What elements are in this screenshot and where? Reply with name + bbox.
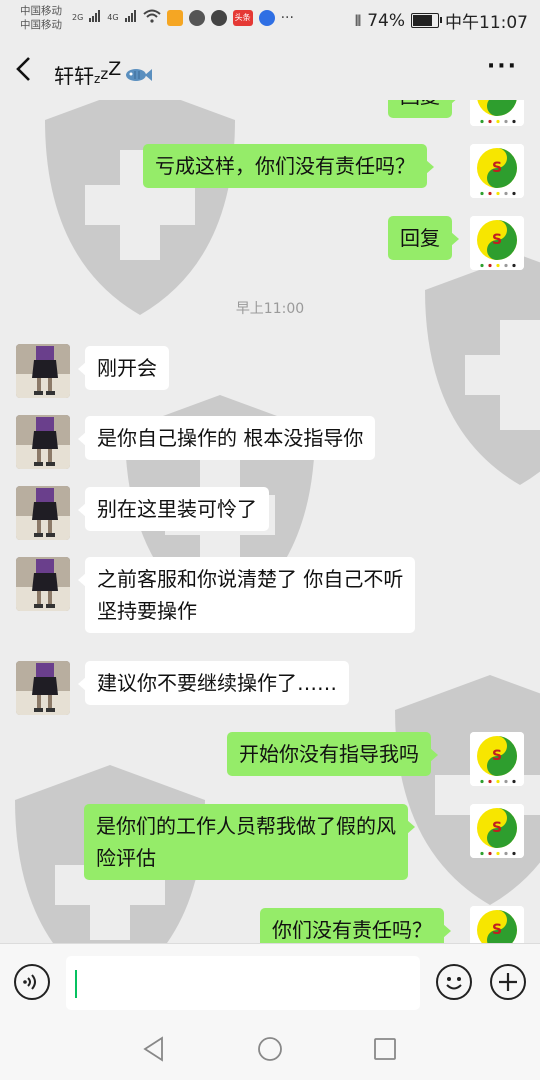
more-functions-button[interactable]	[490, 964, 526, 1000]
emoji-icon	[446, 977, 462, 990]
battery-icon	[411, 13, 442, 28]
incoming-message[interactable]: 刚开会	[78, 346, 169, 390]
fish-icon	[126, 69, 153, 81]
outgoing-message[interactable]: 你们没有责任吗？	[260, 908, 451, 943]
outgoing-message[interactable]: 是你们的工作人员帮我做了假的风 险评估	[84, 804, 415, 880]
my-avatar[interactable]: S	[470, 804, 524, 858]
yin-yang-avatar-icon: S	[470, 216, 524, 270]
incoming-message[interactable]: 之前客服和你说清楚了 你自己不听 坚持要操作	[77, 557, 416, 633]
wifi-icon	[142, 9, 161, 26]
chevron-left-icon	[16, 57, 30, 81]
app-icon-paw	[258, 9, 275, 26]
plus-icon	[499, 973, 517, 991]
yin-yang-avatar-icon: S	[470, 804, 524, 858]
status-icons: 2G 4G 头条 ···	[72, 9, 294, 26]
square-recents-icon[interactable]	[373, 1037, 397, 1061]
signal-icon-1	[89, 10, 101, 25]
voice-icon	[23, 974, 36, 990]
watermark-shield-icon	[45, 100, 235, 315]
contact-avatar[interactable]	[16, 415, 70, 469]
svg-text:S: S	[492, 160, 502, 176]
app-icon-toutiao: 头条	[232, 9, 253, 26]
yin-yang-avatar-icon: S	[470, 144, 524, 198]
contact-name: 轩轩	[54, 64, 94, 88]
chat-header: 轩轩zzZ ···	[0, 38, 540, 100]
more-button[interactable]: ···	[487, 56, 518, 78]
outgoing-message[interactable]: 开始你没有指导我吗	[227, 732, 438, 776]
contact-avatar[interactable]	[16, 661, 70, 715]
yin-yang-avatar-icon: S	[470, 100, 524, 126]
contact-avatar[interactable]	[16, 557, 70, 611]
system-nav-bar	[0, 1023, 540, 1080]
signal-icon-2	[124, 10, 137, 25]
carrier-1: 中国移动	[20, 5, 62, 17]
status-right: ⫴ 74% 中午11:07	[354, 8, 528, 34]
svg-text:S: S	[492, 232, 502, 248]
app-icon-camera	[188, 9, 205, 26]
more-notifications: ···	[280, 9, 294, 26]
circle-home-icon[interactable]	[257, 1036, 283, 1062]
more-dots-icon: ···	[486, 54, 518, 79]
battery-level-fill	[413, 15, 433, 26]
my-avatar[interactable]: S	[470, 906, 524, 943]
incoming-message[interactable]: 建议你不要继续操作了……	[78, 661, 349, 705]
contact-avatar[interactable]	[16, 344, 70, 398]
svg-text:S: S	[492, 922, 502, 938]
outgoing-message[interactable]: 回复	[388, 216, 459, 260]
clock: 中午11:07	[445, 13, 528, 33]
sleep-zzz-icon-3: Z	[108, 58, 122, 80]
person-photo-icon	[16, 557, 70, 611]
chat-title[interactable]: 轩轩zzZ	[54, 53, 153, 95]
my-avatar[interactable]: S	[470, 144, 524, 198]
person-photo-icon	[16, 344, 70, 398]
outgoing-message[interactable]: 回复	[388, 100, 459, 118]
svg-text:S: S	[492, 748, 502, 764]
message-input[interactable]	[66, 956, 420, 1010]
my-avatar[interactable]: S	[470, 100, 524, 126]
person-photo-icon	[16, 661, 70, 715]
watermark-shield-icon	[395, 675, 540, 905]
chat-area[interactable]: 回复 S 亏成这样，你们没有责任吗？ S 回复 S 早上11:00 刚开会 是你…	[0, 100, 540, 943]
emoji-button[interactable]	[436, 964, 472, 1000]
person-photo-icon	[16, 415, 70, 469]
yin-yang-avatar-icon: S	[470, 906, 524, 943]
mail-icon	[166, 9, 183, 26]
back-button[interactable]	[14, 52, 44, 86]
incoming-message[interactable]: 别在这里装可怜了	[78, 487, 269, 531]
app-icon-chat	[210, 9, 227, 26]
message-timestamp: 早上11:00	[235, 301, 305, 317]
carrier-info: 中国移动 中国移动	[20, 4, 62, 32]
watermark-shield-icon	[425, 255, 540, 485]
svg-text:S: S	[492, 820, 502, 836]
yin-yang-avatar-icon: S	[470, 732, 524, 786]
text-cursor	[75, 970, 77, 998]
contact-avatar[interactable]	[16, 486, 70, 540]
battery-percent: 74%	[367, 10, 405, 31]
status-bar: 中国移动 中国移动 2G 4G 头条 ··· ⫴ 74% 中午11:07	[0, 0, 540, 38]
my-avatar[interactable]: S	[470, 216, 524, 270]
input-bar	[0, 943, 540, 1024]
network-4g-label: 4G	[107, 13, 119, 22]
voice-button[interactable]	[14, 964, 50, 1000]
person-photo-icon	[16, 486, 70, 540]
outgoing-message[interactable]: 亏成这样，你们没有责任吗？	[143, 144, 434, 188]
vibrate-icon: ⫴	[354, 11, 362, 30]
triangle-back-icon[interactable]	[142, 1036, 166, 1062]
network-2g-label: 2G	[72, 13, 84, 22]
carrier-2: 中国移动	[20, 19, 62, 31]
my-avatar[interactable]: S	[470, 732, 524, 786]
sleep-zzz-icon-2: z	[100, 65, 109, 83]
incoming-message[interactable]: 是你自己操作的 根本没指导你	[77, 416, 376, 460]
svg-text:S: S	[492, 100, 502, 104]
